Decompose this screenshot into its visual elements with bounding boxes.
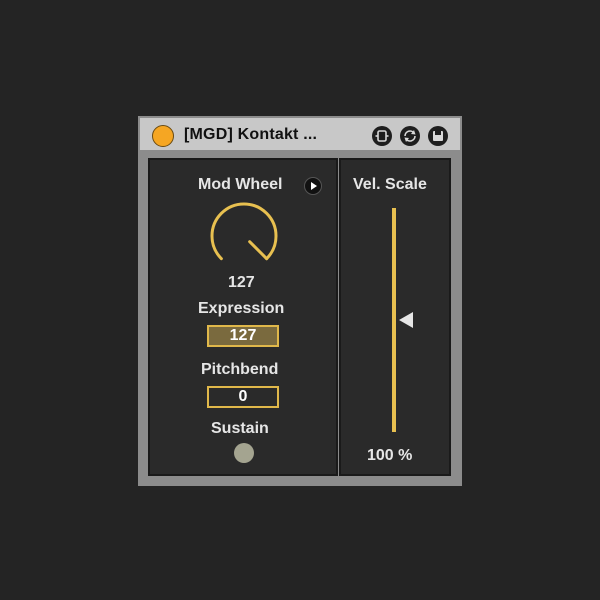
refresh-icon[interactable] — [400, 126, 420, 146]
device-title-bar[interactable]: [MGD] Kontakt ... — [138, 116, 462, 152]
pitchbend-label: Pitchbend — [201, 361, 279, 378]
midi-map-icon[interactable] — [372, 126, 392, 146]
mod-wheel-label: Mod Wheel — [198, 176, 283, 193]
save-icon[interactable] — [428, 126, 448, 146]
device-power-button[interactable] — [152, 125, 174, 147]
pitchbend-value-box[interactable]: 0 — [207, 386, 279, 408]
max-device: [MGD] Kontakt ... Mod Wheel 127 Expressi… — [138, 116, 462, 486]
device-title: [MGD] Kontakt ... — [184, 126, 318, 143]
mod-wheel-value: 127 — [228, 274, 255, 291]
expression-label: Expression — [198, 300, 285, 317]
vel-scale-slider-thumb[interactable] — [399, 312, 413, 328]
expression-value-box[interactable]: 127 — [207, 325, 279, 347]
sustain-toggle[interactable] — [234, 443, 254, 463]
vel-scale-panel: Vel. Scale 100 % — [339, 158, 451, 476]
sustain-label: Sustain — [211, 420, 269, 437]
mod-wheel-knob[interactable] — [206, 198, 282, 270]
vel-scale-label: Vel. Scale — [353, 176, 427, 193]
play-icon — [311, 182, 317, 190]
vel-scale-value: 100 % — [367, 447, 413, 464]
controls-panel: Mod Wheel 127 Expression 127 Pitchbend 0… — [148, 158, 338, 476]
vel-scale-slider-track[interactable] — [392, 208, 396, 432]
mod-wheel-play-button[interactable] — [304, 177, 322, 195]
